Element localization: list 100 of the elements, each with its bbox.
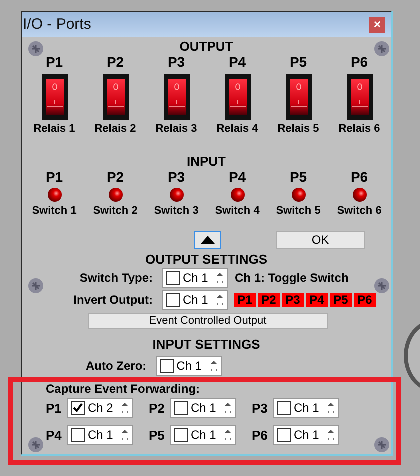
port-label: P2 [149,400,166,416]
rocker-switch[interactable] [286,74,312,120]
port-label: P6 [252,428,269,442]
switch-label: Switch 1 [32,204,77,219]
checkbox[interactable] [71,401,85,415]
up-triangle-icon [200,236,214,244]
checkbox[interactable] [174,428,188,442]
checkbox[interactable] [166,293,180,307]
screw-icon [28,437,44,453]
checkbox[interactable] [277,401,291,415]
port-tag: P3 [282,293,304,307]
port-label: P6 [350,54,368,71]
channel-spinner[interactable]: Ch 1 [162,268,228,288]
ok-button[interactable]: OK [276,231,365,249]
port-tag: P2 [258,293,280,307]
switch-label: Switch 6 [337,204,382,219]
spinner-arrows-icon[interactable] [224,401,232,415]
relay-label: Relais 6 [338,122,380,137]
close-icon [374,21,380,28]
led-indicator-icon [352,188,366,202]
spinner-arrows-icon[interactable] [210,359,218,373]
channel-spinner[interactable]: Ch 1 [156,356,222,376]
field-label: Switch Type: [78,271,154,285]
channel-spinner[interactable]: Ch 1 [273,425,339,445]
switch-label: Switch 5 [276,204,321,219]
channel-spinner[interactable]: Ch 1 [162,290,228,310]
port-label: P1 [46,169,64,186]
port-label: P1 [46,400,63,416]
spinner-arrows-icon[interactable] [121,401,129,415]
spinner-value: Ch 1 [191,401,218,415]
checkbox[interactable] [71,428,85,442]
relay-label: Relais 1 [34,122,76,137]
rocker-switch[interactable] [102,74,128,120]
port-label: P5 [149,428,166,442]
port-tag: P4 [306,293,328,307]
checkbox[interactable] [166,271,180,285]
spinner-value: Ch 1 [191,428,218,442]
port-tag: P1 [234,293,256,307]
section-heading: OUTPUT [180,39,234,54]
led-indicator-icon [230,188,244,202]
led-indicator-icon [292,188,306,202]
rocker-switch[interactable] [42,74,68,120]
screw-icon [28,41,44,57]
spinner-arrows-icon[interactable] [216,271,224,285]
led-indicator-icon [108,188,122,202]
screw-icon [374,278,390,294]
switch-label: Switch 2 [93,204,138,219]
section-heading: OUTPUT SETTINGS [145,252,268,267]
switch-label: Switch 4 [215,204,260,219]
screw-icon [374,437,390,453]
relay-label: Relais 4 [216,122,258,137]
field-label: Invert Output: [72,293,154,307]
rocker-switch[interactable] [224,74,250,120]
spinner-arrows-icon[interactable] [327,401,335,415]
capture-forwarding-title: Capture Event Forwarding: [46,381,202,397]
section-heading: INPUT [187,154,226,169]
checkbox[interactable] [160,359,174,373]
screw-icon [28,278,44,294]
relay-label: Relais 3 [156,122,198,137]
channel-spinner[interactable]: Ch 2 [67,398,133,418]
channel-spinner[interactable]: Ch 1 [170,398,236,418]
spinner-value: Ch 1 [176,359,204,373]
spinner-arrows-icon[interactable] [216,293,224,307]
close-button[interactable] [369,16,385,32]
section-heading: INPUT SETTINGS [152,337,260,352]
channel-spinner[interactable]: Ch 1 [170,425,236,445]
led-indicator-icon [170,188,184,202]
port-label: P4 [228,169,246,186]
switch-label: Switch 3 [154,204,199,219]
rocker-switch[interactable] [346,74,372,120]
event-controlled-output-button[interactable]: Event Controlled Output [88,313,328,329]
port-label: P2 [106,169,124,186]
spinner-value: Ch 1 [183,293,210,307]
collapse-button[interactable] [194,231,221,249]
port-label: P5 [290,169,308,186]
spinner-arrows-icon[interactable] [121,428,129,442]
checkbox[interactable] [277,428,291,442]
port-label: P4 [46,428,63,442]
spinner-arrows-icon[interactable] [327,428,335,442]
screw-icon [374,41,390,57]
led-indicator-icon [48,188,62,202]
channel-spinner[interactable]: Ch 1 [273,398,339,418]
spinner-value: Ch 1 [183,271,210,285]
port-label: P5 [290,54,308,71]
port-label: P2 [106,54,124,71]
switch-type-description: Ch 1: Toggle Switch [235,271,349,285]
port-label: P3 [252,400,269,416]
spinner-arrows-icon[interactable] [224,428,232,442]
checkbox[interactable] [174,401,188,415]
port-label: P1 [46,54,64,71]
spinner-value: Ch 1 [294,428,320,442]
port-label: P6 [350,169,368,186]
relay-label: Relais 5 [278,122,320,137]
window-title: I/O - Ports [23,16,92,33]
port-tag: P5 [330,293,352,307]
channel-spinner[interactable]: Ch 1 [67,425,133,445]
spinner-value: Ch 2 [88,401,114,415]
port-tag: P6 [354,293,376,307]
spinner-value: Ch 1 [88,428,114,442]
rocker-switch[interactable] [164,74,190,120]
